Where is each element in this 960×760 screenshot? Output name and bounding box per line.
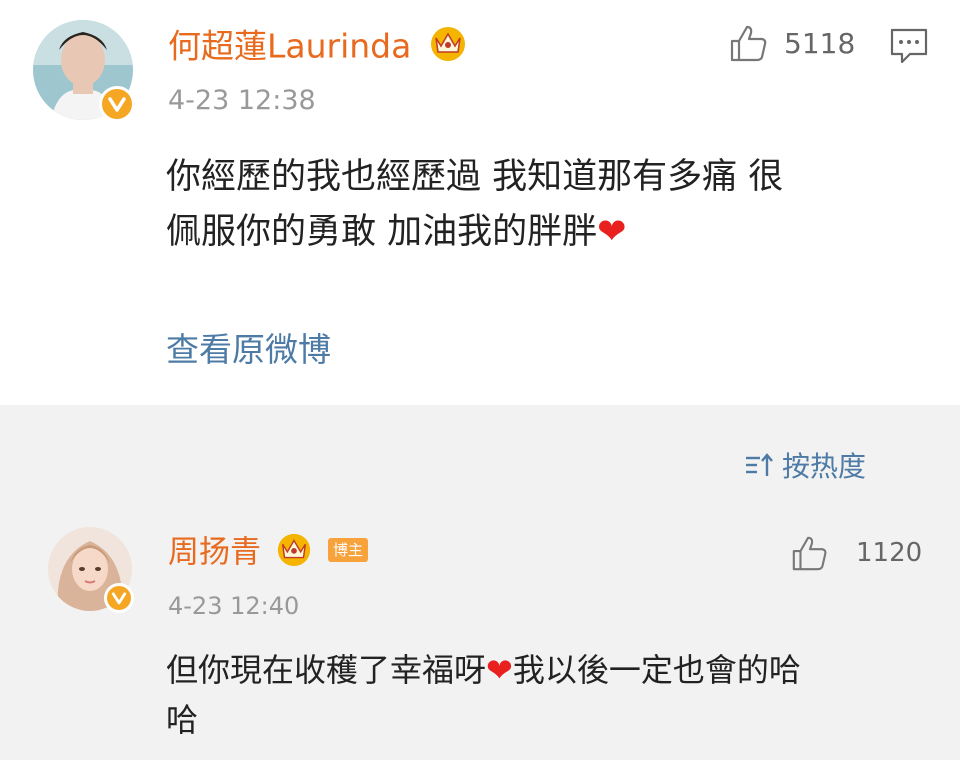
post-like-button[interactable]: 5118 — [728, 22, 855, 64]
comment-text-line-1: 但你現在收穫了幸福呀❤我以後一定也會的哈 — [166, 645, 946, 695]
comments-section: 按热度 周扬青 博主 4-23 12:40 1120 但你現在收穫了幸福呀❤我以… — [0, 405, 960, 760]
comment-text: 但你現在收穫了幸福呀❤我以後一定也會的哈 哈 — [166, 645, 946, 745]
post-text: 你經歷的我也經歷過 我知道那有多痛 很 佩服你的勇敢 加油我的胖胖❤ — [166, 150, 946, 260]
thumbs-up-icon — [728, 22, 770, 64]
comment-time: 4-23 12:40 — [168, 592, 300, 620]
comment-text-part-2: 我以後一定也會的哈 — [512, 651, 801, 689]
crown-vip-icon — [275, 531, 313, 577]
comment-icon[interactable] — [888, 24, 930, 66]
sort-by-hot-button[interactable]: 按热度 — [744, 445, 866, 485]
post-author-name[interactable]: 何超蓮Laurinda — [168, 24, 468, 72]
view-original-link[interactable]: 查看原微博 — [166, 328, 331, 372]
comment-text-line-2: 哈 — [166, 701, 199, 739]
sort-label: 按热度 — [782, 450, 867, 483]
comment-author-name[interactable]: 周扬青 — [168, 531, 313, 577]
heart-icon: ❤ — [597, 212, 627, 252]
post-author-avatar[interactable] — [33, 20, 135, 122]
comment-text-part-1: 但你現在收穫了幸福呀 — [166, 651, 487, 689]
post-like-count: 5118 — [784, 26, 856, 60]
comment-author-label: 周扬青 — [168, 534, 261, 571]
thumbs-up-icon — [790, 533, 830, 573]
verified-badge-icon — [104, 583, 134, 613]
comment-like-count: 1120 — [856, 538, 923, 568]
main-post: 何超蓮Laurinda 4-23 12:38 5118 你經歷的我也經歷過 我知… — [0, 0, 960, 405]
post-text-line-1: 你經歷的我也經歷過 我知道那有多痛 很 — [166, 157, 784, 197]
comment-author-avatar[interactable] — [48, 527, 134, 613]
sort-icon — [744, 450, 776, 480]
blogger-tag: 博主 — [328, 538, 369, 562]
heart-icon: ❤ — [486, 651, 513, 689]
post-text-line-2-label: 佩服你的勇敢 加油我的胖胖 — [166, 212, 598, 252]
post-text-line-2: 佩服你的勇敢 加油我的胖胖❤ — [166, 205, 946, 260]
verified-badge-icon — [99, 86, 135, 122]
comment-like-button[interactable]: 1120 — [790, 533, 922, 573]
post-time: 4-23 12:38 — [168, 85, 316, 116]
crown-vip-icon — [428, 24, 468, 72]
post-author-label: 何超蓮Laurinda — [168, 26, 412, 66]
